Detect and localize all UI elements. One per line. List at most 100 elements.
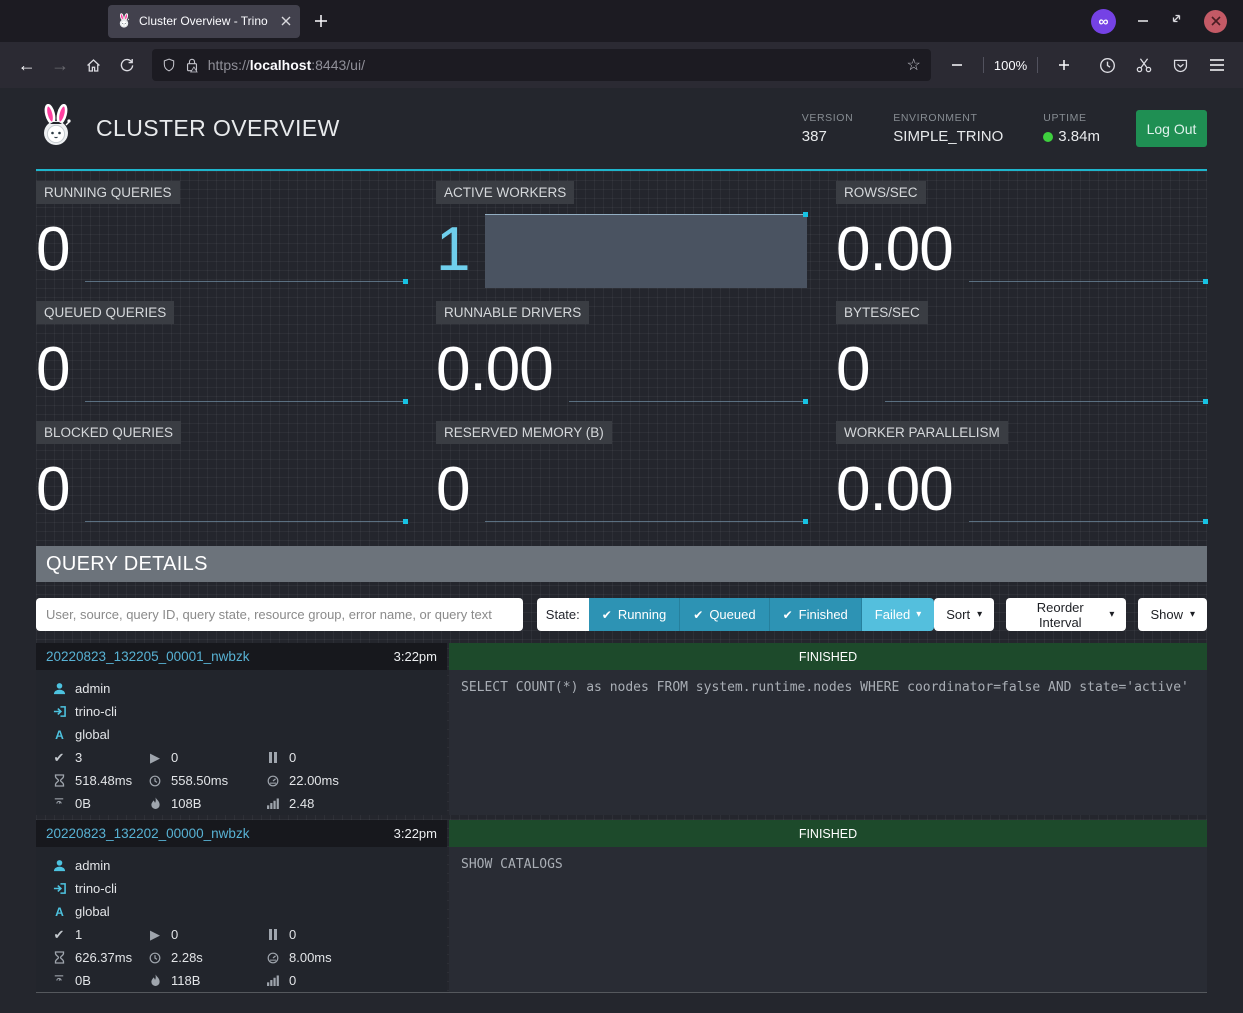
tab-close-icon[interactable] [281, 16, 291, 26]
sparkline-chart [885, 334, 1207, 408]
tile-runnable-drivers: RUNNABLE DRIVERS 0.00 [436, 301, 807, 421]
sparkline-chart [85, 214, 407, 288]
wall-time-hourglass-icon [52, 774, 66, 787]
window-restore-button[interactable] [1170, 12, 1183, 30]
sparkline-chart [485, 454, 807, 528]
cpu-time-gauge-icon [266, 775, 280, 787]
separator [983, 57, 984, 73]
menu-hamburger-icon[interactable] [1202, 49, 1233, 81]
completed-splits-icon: ✔ [52, 927, 66, 943]
resource-group-icon: A [52, 728, 66, 741]
zoom-in-button[interactable] [1048, 49, 1080, 81]
query-details-header: QUERY DETAILS [36, 546, 1207, 582]
trino-page: CLUSTER OVERVIEW VERSION 387 ENVIRONMENT… [0, 88, 1243, 1013]
cpu-time-gauge-icon [266, 952, 280, 964]
tile-worker-parallelism: WORKER PARALLELISM 0.00 [836, 421, 1207, 541]
caret-down-icon: ▾ [916, 609, 921, 620]
query-sql-text: SELECT COUNT(*) as nodes FROM system.run… [449, 670, 1207, 815]
tile-bytes-sec: BYTES/SEC 0 [836, 301, 1207, 421]
tile-queued-queries: QUEUED QUERIES 0 [36, 301, 407, 421]
sparkline-chart [969, 214, 1207, 288]
query-time: 3:22pm [394, 826, 437, 841]
stat-tiles: RUNNING QUERIES 0 ACTIVE WORKERS 1 ROWS/… [36, 181, 1207, 541]
cumulative-memory-flame-icon [148, 974, 162, 987]
query-state-banner: FINISHED [449, 643, 1207, 670]
query-id-link[interactable]: 20220823_132202_00000_nwbzk [46, 826, 249, 841]
window-minimize-button[interactable] [1137, 12, 1149, 30]
check-icon: ✔ [783, 608, 793, 622]
cluster-header: CLUSTER OVERVIEW VERSION 387 ENVIRONMENT… [36, 88, 1207, 171]
history-clock-icon[interactable] [1092, 49, 1123, 81]
trino-favicon-icon [117, 13, 131, 29]
query-id-link[interactable]: 20220823_132205_00001_nwbzk [46, 649, 249, 664]
trino-logo-icon [36, 104, 76, 153]
caret-down-icon: ▾ [1190, 609, 1195, 620]
tile-active-workers: ACTIVE WORKERS 1 [436, 181, 807, 301]
caret-down-icon: ▾ [1109, 609, 1114, 620]
check-icon: ✔ [693, 608, 703, 622]
tab-title: Cluster Overview - Trino [139, 14, 273, 28]
queued-splits-icon [266, 929, 280, 940]
environment-meta: ENVIRONMENT SIMPLE_TRINO [893, 112, 1003, 145]
window-close-button[interactable] [1204, 10, 1227, 33]
separator [1037, 57, 1038, 73]
reorder-interval-dropdown[interactable]: Reorder Interval ▾ [1006, 598, 1126, 631]
uptime-status-dot [1043, 132, 1053, 142]
private-browsing-icon: ∞ [1091, 9, 1116, 34]
logout-button[interactable]: Log Out [1136, 110, 1207, 147]
memory-scale-icon [52, 975, 66, 986]
shield-icon[interactable] [162, 57, 176, 73]
tile-running-queries: RUNNING QUERIES 0 [36, 181, 407, 301]
memory-scale-icon [52, 798, 66, 809]
resource-group-icon: A [52, 905, 66, 918]
forward-button[interactable]: → [43, 49, 76, 81]
query-resource-group: global [75, 904, 110, 919]
tile-reserved-memory: RESERVED MEMORY (B) 0 [436, 421, 807, 541]
query-row: 20220823_132202_00000_nwbzk 3:22pm FINIS… [36, 820, 1207, 993]
query-row: 20220823_132205_00001_nwbzk 3:22pm FINIS… [36, 643, 1207, 815]
query-user: admin [75, 681, 110, 696]
zoom-level[interactable]: 100% [994, 58, 1027, 73]
queued-splits-icon [266, 752, 280, 763]
home-button[interactable] [77, 49, 110, 81]
sparkline-chart [569, 334, 807, 408]
filter-queued-button[interactable]: ✔ Queued [679, 598, 768, 631]
sparkline-chart [85, 334, 407, 408]
new-tab-button[interactable] [314, 14, 328, 28]
parallelism-chart-icon [266, 798, 280, 809]
query-toolbar: State: ✔ Running ✔ Queued ✔ Finished Fai… [36, 598, 1207, 631]
query-sql-text: SHOW CATALOGS [449, 847, 1207, 992]
tile-blocked-queries: BLOCKED QUERIES 0 [36, 421, 407, 541]
state-label: State: [537, 598, 589, 631]
url-bar[interactable]: https://localhost:8443/ui/ ☆ [152, 49, 931, 81]
back-button[interactable]: ← [10, 49, 43, 81]
sort-dropdown[interactable]: Sort ▾ [934, 598, 994, 631]
user-icon [52, 682, 66, 695]
state-filter-group: State: ✔ Running ✔ Queued ✔ Finished Fai… [537, 598, 934, 631]
zoom-out-button[interactable] [941, 49, 973, 81]
filter-finished-button[interactable]: ✔ Finished [769, 598, 861, 631]
query-search-input[interactable] [36, 598, 523, 631]
query-source: trino-cli [75, 704, 117, 719]
version-meta: VERSION 387 [802, 112, 853, 145]
filter-running-button[interactable]: ✔ Running [589, 598, 680, 631]
bookmark-star-icon[interactable]: ☆ [907, 55, 921, 75]
tile-rows-sec: ROWS/SEC 0.00 [836, 181, 1207, 301]
running-splits-icon: ▶ [148, 750, 162, 766]
reload-button[interactable] [110, 49, 143, 81]
sparkline-chart [85, 454, 407, 528]
svg-text:A: A [55, 728, 64, 741]
filter-failed-dropdown[interactable]: Failed ▾ [861, 598, 934, 631]
query-state-banner: FINISHED [449, 820, 1207, 847]
sign-in-icon [52, 705, 66, 718]
svg-text:A: A [55, 905, 64, 918]
pocket-icon[interactable] [1165, 49, 1196, 81]
sign-in-icon [52, 882, 66, 895]
screenshot-scissors-icon[interactable] [1129, 49, 1160, 81]
dashboard: RUNNING QUERIES 0 ACTIVE WORKERS 1 ROWS/… [36, 171, 1207, 993]
lock-warning-icon[interactable] [185, 57, 199, 73]
show-dropdown[interactable]: Show ▾ [1138, 598, 1207, 631]
check-icon: ✔ [602, 608, 612, 622]
browser-tab[interactable]: Cluster Overview - Trino [108, 5, 300, 38]
url-text: https://localhost:8443/ui/ [208, 57, 898, 73]
